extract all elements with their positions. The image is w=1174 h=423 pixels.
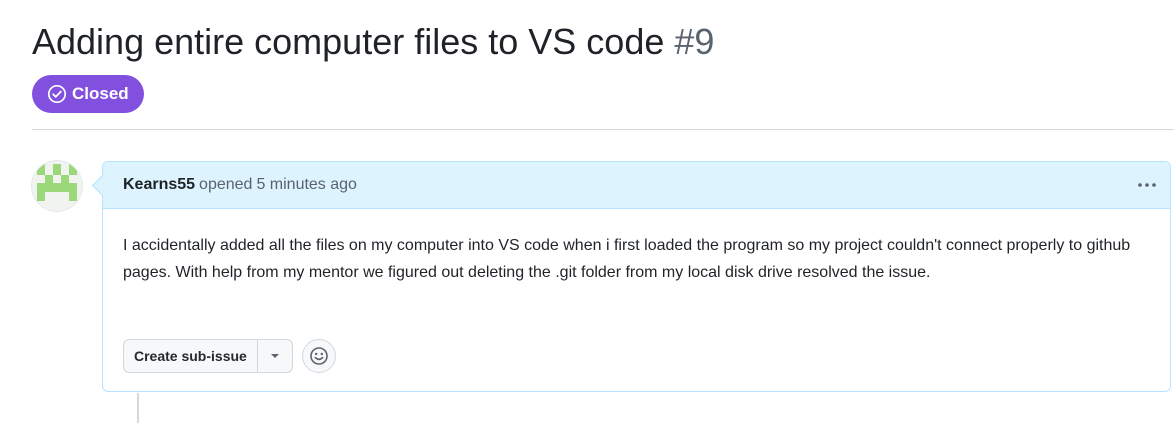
comment-action: opened [199,176,253,193]
timeline-line [137,393,139,423]
status-badge: Closed [32,75,144,113]
comment-author[interactable]: Kearns55 [123,176,195,194]
comment-actions: Create sub-issue [123,339,336,373]
issue-title-row: Adding entire computer files to VS code … [32,14,714,70]
avatar[interactable] [32,161,82,211]
header-divider [32,129,1174,130]
issue-number: #9 [674,21,715,62]
check-circle-icon [47,84,67,104]
comment-header: Kearns55 opened 5 minutes ago [103,162,1170,209]
comment-body: I accidentally added all the files on my… [123,237,1131,281]
comment-box: Kearns55 opened 5 minutes ago I accident… [102,161,1171,392]
smiley-icon[interactable] [301,339,336,373]
issue-title: Adding entire computer files to VS code [32,21,665,62]
create-sub-issue-button[interactable]: Create sub-issue [124,340,257,372]
comment-timestamp[interactable]: 5 minutes ago [256,176,357,194]
status-label: Closed [72,84,129,103]
triangle-down-icon[interactable] [256,340,292,372]
create-sub-issue-split-button: Create sub-issue [123,339,293,373]
kebab-horizontal-icon[interactable] [1136,175,1158,195]
